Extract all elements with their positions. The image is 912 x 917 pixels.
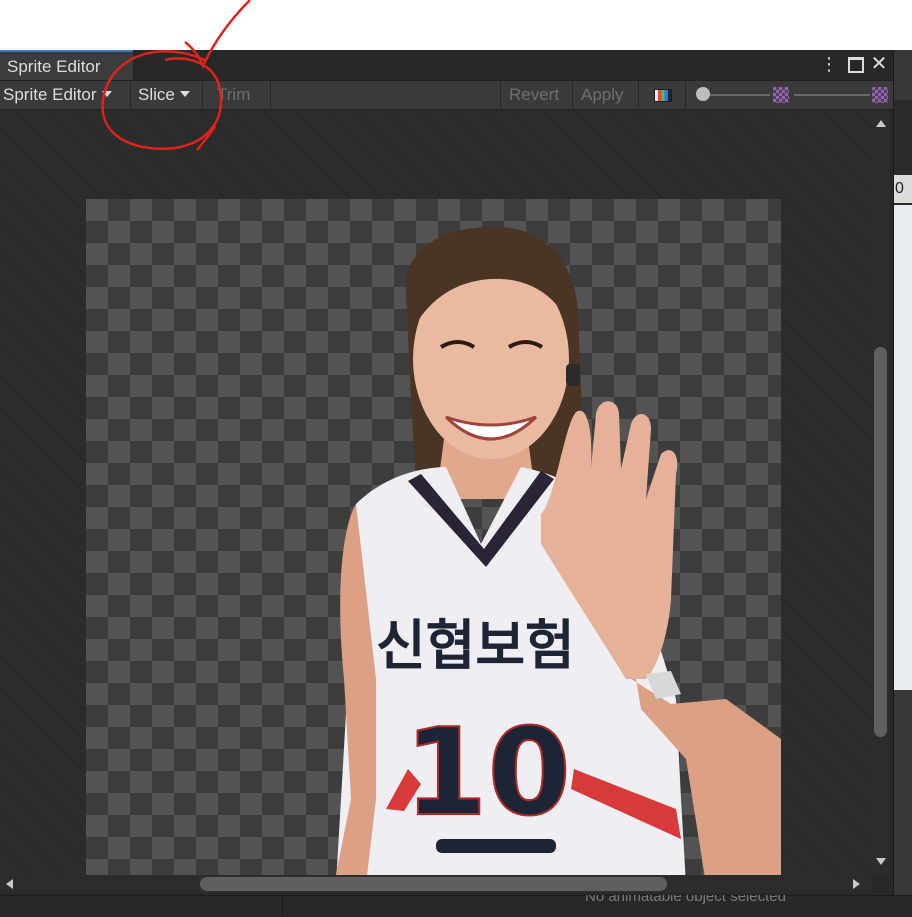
sprite-jersey-number: 10: [404, 704, 571, 843]
editor-mode-label: Sprite Editor: [3, 85, 97, 104]
sprite-jersey-text: 신협보험: [376, 614, 575, 677]
scroll-left-arrow-icon[interactable]: [6, 879, 13, 889]
background-divider: [282, 896, 283, 916]
chevron-down-icon: [101, 90, 112, 97]
sprite-earpiece: [566, 364, 580, 386]
revert-button[interactable]: Revert: [500, 81, 573, 109]
mip-high-icon: [872, 87, 888, 103]
rgb-channels-icon: [654, 89, 672, 102]
sprite-image: 신협보험 10: [335, 226, 781, 875]
chevron-down-icon: [179, 90, 190, 97]
toolbar: Sprite Editor Slice Trim Revert Apply: [0, 80, 893, 110]
zoom-slider-track[interactable]: [703, 94, 770, 96]
tab-sprite-editor[interactable]: Sprite Editor: [0, 50, 133, 80]
slice-label: Slice: [138, 85, 175, 104]
zoom-slider-thumb[interactable]: [696, 87, 710, 101]
sprite-editor-window: Sprite Editor ⋮ ✕ Sprite Editor Slice Tr…: [0, 50, 894, 895]
background-right-digit: 0: [895, 180, 904, 197]
background-right-preview: [893, 205, 912, 690]
maximize-icon[interactable]: [844, 53, 866, 75]
sprite-canvas[interactable]: 신협보험 10: [0, 110, 872, 875]
scroll-down-arrow-icon[interactable]: [876, 858, 886, 865]
slice-dropdown[interactable]: Slice: [131, 81, 203, 109]
sprite-texture: 신협보험 10: [86, 199, 781, 875]
editor-mode-dropdown[interactable]: Sprite Editor: [0, 81, 131, 109]
scroll-right-arrow-icon[interactable]: [853, 879, 860, 889]
scroll-up-arrow-icon[interactable]: [876, 120, 886, 127]
vertical-scroll-thumb[interactable]: [874, 347, 887, 737]
tab-label: Sprite Editor: [7, 57, 101, 76]
horizontal-scroll-thumb[interactable]: [200, 877, 667, 891]
sprite-jersey-bar: [436, 839, 556, 853]
window-menu-icon[interactable]: ⋮: [818, 53, 840, 75]
title-bar: Sprite Editor ⋮ ✕: [0, 50, 893, 80]
close-icon[interactable]: ✕: [868, 53, 890, 75]
mip-slider-track[interactable]: [794, 94, 870, 96]
apply-button[interactable]: Apply: [573, 81, 639, 109]
background-right-field: 0: [893, 175, 912, 203]
trim-button[interactable]: Trim: [203, 81, 271, 109]
color-channel-toggle[interactable]: [639, 81, 686, 109]
vertical-scrollbar[interactable]: [872, 110, 890, 875]
horizontal-scrollbar[interactable]: [0, 875, 872, 893]
mip-low-icon: [773, 87, 789, 103]
